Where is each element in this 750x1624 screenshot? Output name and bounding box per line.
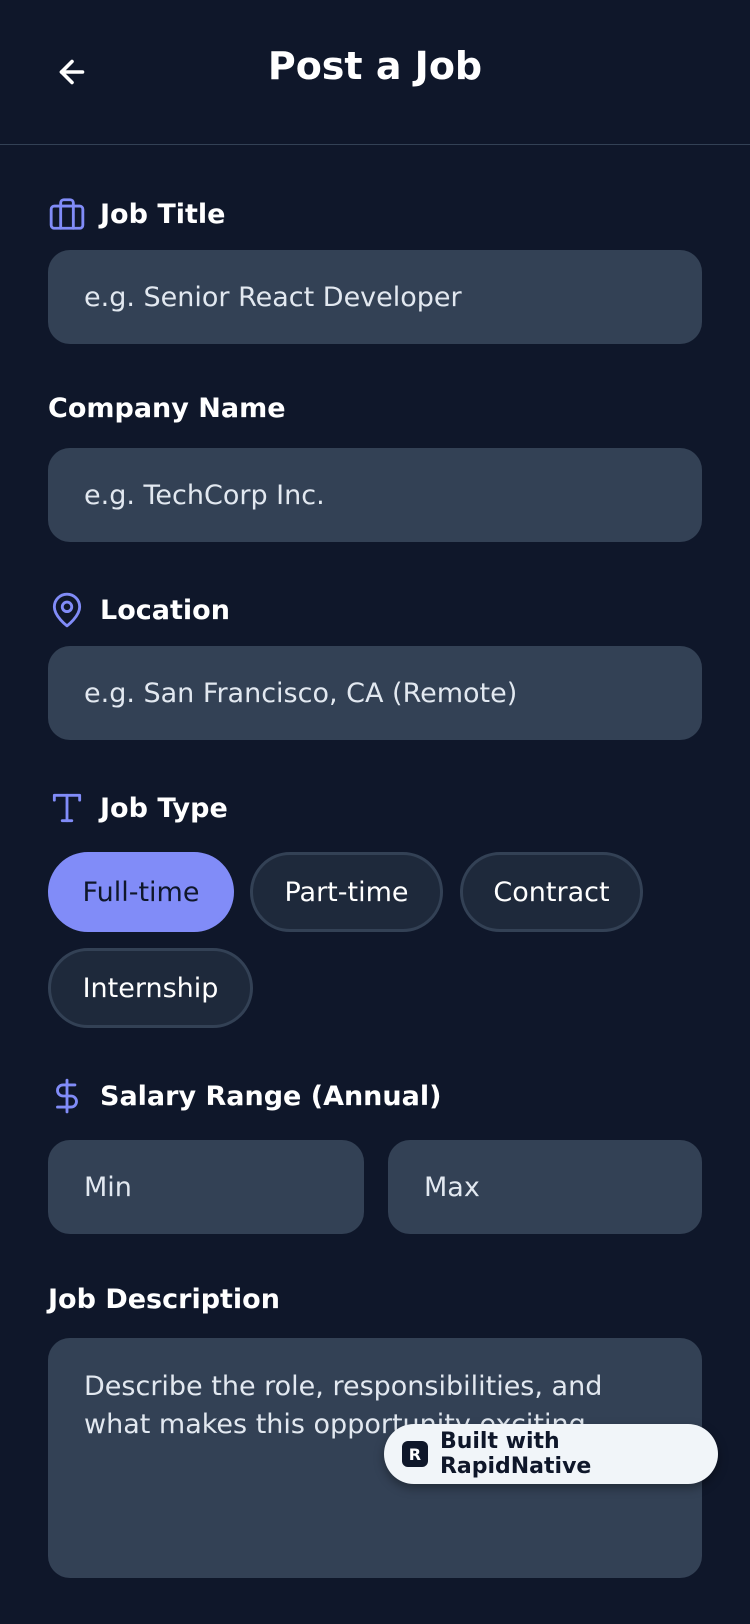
page-title: Post a Job bbox=[267, 44, 483, 88]
company-name-input[interactable]: e.g. TechCorp Inc. bbox=[48, 448, 702, 542]
job-title-input[interactable]: e.g. Senior React Developer bbox=[48, 250, 702, 344]
salary-min-input[interactable]: Min bbox=[48, 1140, 364, 1234]
description-label-row: Job Description bbox=[48, 1284, 280, 1315]
job-type-label: Job Type bbox=[100, 792, 228, 824]
salary-max-input[interactable]: Max bbox=[388, 1140, 702, 1234]
job-description-label: Job Description bbox=[48, 1284, 280, 1315]
app-header: Post a Job bbox=[0, 0, 750, 145]
rapidnative-logo-icon: R bbox=[402, 1441, 428, 1467]
company-name-label: Company Name bbox=[48, 393, 286, 424]
chip-contract[interactable]: Contract bbox=[460, 852, 643, 932]
company-name-label-row: Company Name bbox=[48, 393, 286, 424]
salary-label-row: Salary Range (Annual) bbox=[48, 1077, 441, 1115]
location-input[interactable]: e.g. San Francisco, CA (Remote) bbox=[48, 646, 702, 740]
badge-label: Built with RapidNative bbox=[439, 1429, 592, 1479]
map-pin-icon bbox=[48, 591, 86, 629]
briefcase-icon bbox=[48, 195, 86, 233]
dollar-sign-icon bbox=[48, 1077, 86, 1115]
job-title-label-row: Job Title bbox=[48, 195, 225, 233]
location-label: Location bbox=[100, 594, 230, 626]
chip-internship[interactable]: Internship bbox=[48, 948, 253, 1028]
salary-label: Salary Range (Annual) bbox=[100, 1080, 442, 1112]
job-title-label: Job Title bbox=[100, 198, 226, 230]
type-icon bbox=[48, 789, 86, 827]
chip-full-time[interactable]: Full-time bbox=[48, 852, 234, 932]
chip-part-time[interactable]: Part-time bbox=[250, 852, 443, 932]
job-type-label-row: Job Type bbox=[48, 789, 228, 827]
built-with-badge[interactable]: R Built with RapidNative bbox=[384, 1424, 718, 1484]
location-label-row: Location bbox=[48, 591, 230, 629]
